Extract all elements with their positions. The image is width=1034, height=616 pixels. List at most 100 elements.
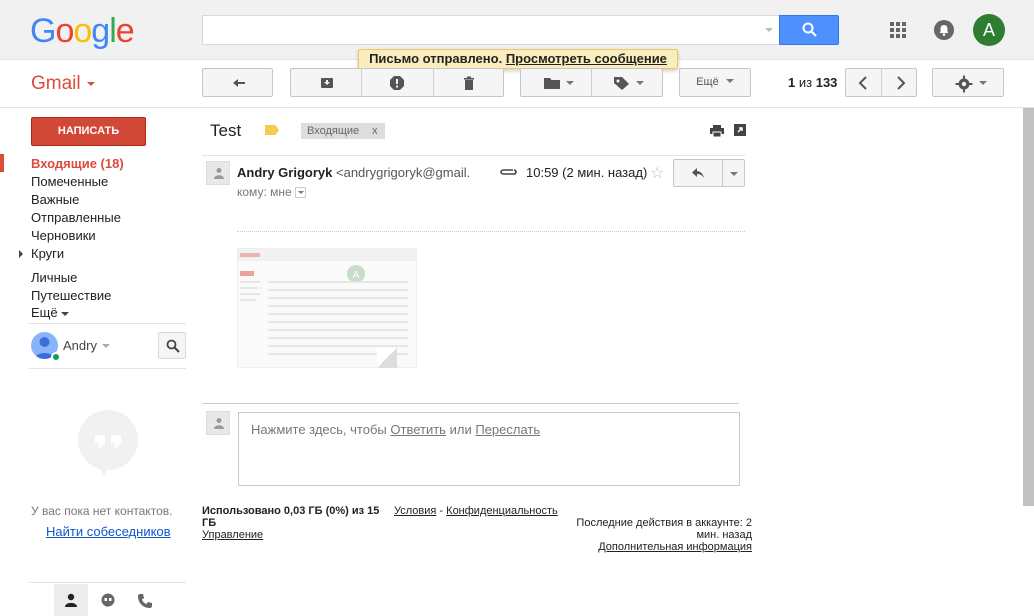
pager-sep: из — [798, 75, 813, 90]
star-icon[interactable]: ☆ — [650, 163, 664, 183]
terms-link[interactable]: Условия — [394, 505, 436, 517]
reply-link[interactable]: Ответить — [390, 422, 446, 437]
hangouts-icon[interactable] — [100, 593, 116, 609]
notifications-bell-icon[interactable] — [934, 20, 954, 40]
remove-label-button[interactable]: x — [372, 123, 378, 139]
sidebar-item-travel[interactable]: Путешествие — [31, 288, 111, 303]
importance-label-icon[interactable] — [265, 125, 279, 135]
paperclip-icon — [500, 169, 517, 175]
storage-usage: Использовано 0,03 ГБ (0%) из 15 ГБ — [202, 505, 380, 529]
trash-icon[interactable] — [461, 75, 477, 91]
find-contacts-link[interactable]: Найти собеседников — [46, 524, 171, 539]
footer-sep: - — [439, 505, 444, 517]
show-details-button[interactable] — [294, 187, 306, 199]
search-options-caret-icon[interactable] — [765, 28, 773, 32]
chevron-down-icon — [730, 172, 738, 176]
search-input[interactable] — [203, 16, 753, 44]
hangouts-bubble-tail — [96, 460, 112, 476]
phone-icon[interactable] — [137, 593, 153, 609]
pager-current: 1 — [788, 75, 796, 90]
sidebar-item-important[interactable]: Важные — [31, 192, 79, 207]
sidebar-item-more[interactable]: Ещё — [31, 305, 69, 320]
logo-letter: o — [55, 12, 74, 50]
label-tag-icon[interactable] — [613, 75, 631, 91]
folder-move-icon[interactable] — [543, 75, 561, 91]
sidebar-more-label: Ещё — [31, 305, 58, 320]
search-icon — [166, 339, 180, 353]
tab-contacts[interactable] — [54, 584, 88, 616]
more-actions-button[interactable]: Ещё — [679, 68, 751, 97]
search-box — [202, 15, 779, 45]
chevron-down-icon[interactable] — [102, 344, 110, 348]
reply-options-button[interactable] — [722, 159, 745, 187]
apps-grid-icon[interactable] — [890, 22, 906, 38]
pager-total: 133 — [815, 75, 838, 90]
my-avatar — [206, 411, 230, 435]
manage-storage-link[interactable]: Управление — [202, 529, 263, 541]
no-contacts-text: У вас пока нет контактов. — [31, 504, 173, 518]
sender-avatar — [206, 161, 230, 185]
compose-button[interactable]: НАПИСАТЬ — [31, 117, 146, 146]
search-button[interactable] — [779, 15, 839, 45]
sidebar-item-personal[interactable]: Личные — [31, 270, 77, 285]
logo-letter: e — [115, 12, 135, 50]
divider — [237, 231, 745, 232]
user-name[interactable]: Andry — [63, 338, 97, 353]
sidebar-item-starred[interactable]: Помеченные — [31, 174, 108, 189]
recipient-line: кому: мне — [237, 185, 306, 199]
people-search-button[interactable] — [158, 332, 186, 359]
chevron-down-icon — [86, 81, 95, 86]
reply-icon — [692, 168, 704, 178]
sidebar-item-circles[interactable]: Круги — [31, 246, 64, 261]
back-button[interactable] — [202, 68, 273, 97]
account-avatar[interactable]: A — [973, 14, 1005, 46]
chevron-left-icon[interactable] — [857, 75, 871, 91]
last-account-activity: Последние действия в аккаунте: 2 мин. на… — [576, 517, 752, 541]
page-fold-corner — [377, 348, 397, 368]
logo-letter: G — [30, 12, 56, 50]
sidebar-item-sent[interactable]: Отправленные — [31, 210, 121, 225]
settings-button[interactable] — [932, 68, 1004, 97]
google-logo[interactable]: Google — [30, 12, 135, 51]
privacy-link[interactable]: Конфиденциальность — [446, 505, 558, 517]
more-info-link[interactable]: Дополнительная информация — [560, 541, 752, 553]
expand-arrow-icon[interactable] — [19, 250, 23, 258]
active-nav-marker — [0, 154, 4, 172]
pager-nav — [845, 68, 917, 97]
quick-reply-box[interactable]: Нажмите здесь, чтобы Ответить или Пересл… — [238, 412, 740, 486]
reply-prompt-text: Нажмите здесь, чтобы — [251, 422, 387, 437]
person-icon — [65, 593, 77, 607]
chat-tabs — [29, 582, 186, 616]
chevron-down-icon — [60, 311, 69, 316]
chevron-right-icon[interactable] — [893, 75, 907, 91]
open-new-window-icon[interactable] — [734, 124, 746, 136]
logo-letter: g — [91, 12, 110, 50]
divider — [29, 323, 186, 324]
divider — [202, 155, 745, 156]
reply-button[interactable] — [673, 159, 723, 187]
reply-or-text: или — [449, 422, 472, 437]
message-subject: Test — [210, 121, 242, 140]
gmail-menu[interactable]: Gmail — [31, 73, 95, 95]
sender-name[interactable]: Andry Grigoryk — [237, 165, 332, 180]
gear-icon — [955, 75, 973, 93]
gmail-label: Gmail — [31, 73, 81, 94]
logo-letter: o — [73, 12, 92, 50]
arrow-back-icon — [233, 79, 245, 87]
print-icon[interactable] — [710, 125, 724, 137]
online-status-dot — [51, 352, 61, 362]
scrollbar-thumb[interactable] — [1023, 108, 1034, 506]
svg-text:A: A — [353, 270, 360, 281]
sidebar-item-drafts[interactable]: Черновики — [31, 228, 96, 243]
report-spam-icon[interactable] — [389, 75, 405, 91]
divider — [202, 403, 739, 404]
search-icon — [802, 22, 817, 37]
message-time: 10:59 (2 мин. назад) — [526, 165, 648, 180]
action-button-group — [290, 68, 504, 97]
forward-link[interactable]: Переслать — [475, 422, 540, 437]
move-label-group — [520, 68, 663, 97]
sidebar-item-inbox[interactable]: Входящие (18) — [31, 156, 124, 171]
archive-icon[interactable] — [319, 75, 335, 91]
more-actions-label: Ещё — [696, 76, 719, 88]
sender-email: <andrygrigoryk@gmail.com> — [336, 165, 470, 180]
